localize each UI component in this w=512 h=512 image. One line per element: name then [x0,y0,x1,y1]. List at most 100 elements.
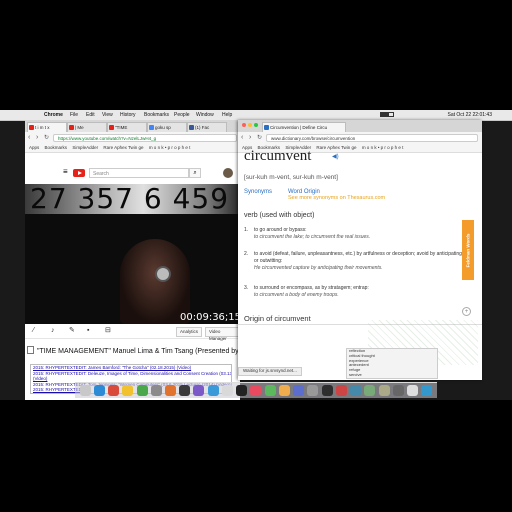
tab-synonyms[interactable]: Synonyms [244,189,272,195]
menu-bookmarks[interactable]: Bookmarks [144,110,169,120]
tab-dictionary[interactable]: Circumvention | Define Circu [262,122,346,132]
reload-icon[interactable]: ↻ [44,133,49,143]
dictionary-browser-window: Circumvention | Define Circu ‹ › ↻ www.d… [238,120,482,380]
dock-app-icon[interactable] [221,385,233,396]
dock [75,382,437,398]
dictionary-headword: circumvent [244,148,312,164]
menu-people[interactable]: People [174,110,190,120]
dock-app-icon[interactable] [193,385,205,396]
tab-1[interactable]: t i m t x [27,122,67,132]
dock-app-icon[interactable] [321,385,333,396]
subtitles-icon[interactable]: ⊟ [105,326,111,336]
dock-app-icon[interactable] [421,385,433,396]
dock-app-icon[interactable] [250,385,262,396]
bookmark-aphex[interactable]: Rare Aphex Twin ge [316,145,356,150]
dock-app-icon[interactable] [407,385,418,396]
tab-2[interactable]: | Me [67,122,107,132]
feldman-words-tab[interactable]: Feldman Words [462,220,474,280]
analytics-button[interactable]: Analytics [176,327,203,337]
dock-app-icon[interactable] [264,385,276,396]
dock-app-icon[interactable] [378,385,390,396]
bookmark-monk[interactable]: m o n k • p r o p h e t [362,145,404,150]
video-manager-button[interactable]: Video Manager [205,327,240,341]
back-icon[interactable]: ‹ [28,133,30,143]
menu-view[interactable]: View [102,110,113,120]
dock-app-icon[interactable] [278,385,290,396]
back-icon[interactable]: ‹ [241,133,243,143]
tab-strip: t i m t x | Me "TIME goku sp (1) Fac [25,120,240,132]
dock-app-icon[interactable] [150,385,162,396]
menu-help[interactable]: Help [222,110,232,120]
youtube-browser-window: t i m t x | Me "TIME goku sp (1) Fac ‹ ›… [25,120,240,400]
zoom-window-icon[interactable] [254,123,258,127]
bookmark-monk[interactable]: m o n k • p r o p h e t [149,145,191,150]
menu-edit[interactable]: Edit [86,110,95,120]
google-favicon-icon [149,125,154,130]
tab-4[interactable]: goku sp [147,122,187,132]
annotation-icon[interactable]: ✎ [69,326,75,336]
dock-app-icon[interactable] [207,385,219,396]
video-title: "TIME MANAGEMENT" Manuel Lima & Tim Tsan… [25,346,242,358]
tab-3[interactable]: "TIME [107,122,147,132]
tab-strip: Circumvention | Define Circu [238,120,482,132]
forward-icon[interactable]: › [249,133,251,143]
menu-history[interactable]: History [120,110,136,120]
list-item[interactable]: sercive [347,372,437,378]
menu-file[interactable]: File [70,110,78,120]
dock-app-icon[interactable] [179,385,191,396]
video-edit-toolbar: ⁄ ♪ ✎ ▪ ⊟ Analytics Video Manager [25,324,240,341]
audio-pronunciation-icon[interactable]: ◀) [332,153,339,160]
dock-app-icon[interactable] [79,385,91,396]
desktop-screen: Chrome File Edit View History Bookmarks … [0,110,512,400]
dock-app-icon[interactable] [93,385,105,396]
video-player[interactable]: 27 357 6 459 00:09:36;15 [25,184,240,324]
dock-app-icon[interactable] [236,385,248,396]
bookmark-bookmarks[interactable]: Bookmarks [45,145,68,150]
dock-app-icon[interactable] [350,385,362,396]
dictionary-favicon-icon [264,125,269,130]
audio-icon[interactable]: ♪ [51,326,55,336]
video-counter-text: 27 357 6 459 [30,184,230,215]
menu-clock[interactable]: Sat Oct 22 22:01:43 [448,110,492,120]
document-icon [27,346,34,354]
youtube-search-input[interactable]: Search [89,168,189,178]
avatar[interactable] [223,168,233,178]
dock-app-icon[interactable] [108,385,120,396]
search-icon[interactable]: ⌕ [189,168,201,178]
part-of-speech: verb (used with object) [244,212,315,219]
url-input[interactable]: www.dictionary.com/browse/circumvention [266,134,478,142]
youtube-favicon-icon [109,125,114,130]
magic-wand-icon[interactable]: ⁄ [33,326,34,336]
dock-app-icon[interactable] [364,385,376,396]
dock-app-icon[interactable] [293,385,305,396]
bookmark-simpleadder[interactable]: SimpleAdder [72,145,98,150]
dock-app-icon[interactable] [307,385,319,396]
battery-icon[interactable] [380,112,394,117]
expand-icon[interactable]: + [462,307,471,316]
reload-icon[interactable]: ↻ [257,133,262,143]
cards-icon[interactable]: ▪ [87,326,89,336]
dock-app-icon[interactable] [165,385,177,396]
forward-icon[interactable]: › [36,133,38,143]
menu-app-name[interactable]: Chrome [44,110,63,120]
pronunciation: [sur-kuh m-vent, sur-kuh m-vent] [244,174,338,181]
minimize-window-icon[interactable] [248,123,252,127]
menu-window[interactable]: Window [196,110,214,120]
youtube-header: ≡ Search ⌕ [25,162,240,184]
dock-app-icon[interactable] [136,385,148,396]
facebook-favicon-icon [189,125,194,130]
definition-item: 2. to avoid (defeat, failure, unpleasant… [244,251,462,271]
dock-app-icon[interactable] [122,385,134,396]
bookmark-aphex[interactable]: Rare Aphex Twin ge [103,145,143,150]
dock-app-icon[interactable] [335,385,347,396]
more-synonyms-link[interactable]: See more synonyms on Thesaurus.com [288,195,385,201]
url-input[interactable]: https://www.youtube.com/watch?v=NzelLJwH… [53,134,237,142]
hamburger-menu-icon[interactable]: ≡ [63,167,68,176]
close-window-icon[interactable] [242,123,246,127]
youtube-logo-icon[interactable] [73,169,85,177]
definition-item: 3. to surround or encompass, as by strat… [244,285,369,298]
tab-5[interactable]: (1) Fac [187,122,227,132]
dock-app-icon[interactable] [392,385,404,396]
bookmark-apps[interactable]: Apps [29,145,39,150]
description-link[interactable]: 2015: RHYPERTEXTEDIT: Deleuze, Images of… [31,371,231,377]
